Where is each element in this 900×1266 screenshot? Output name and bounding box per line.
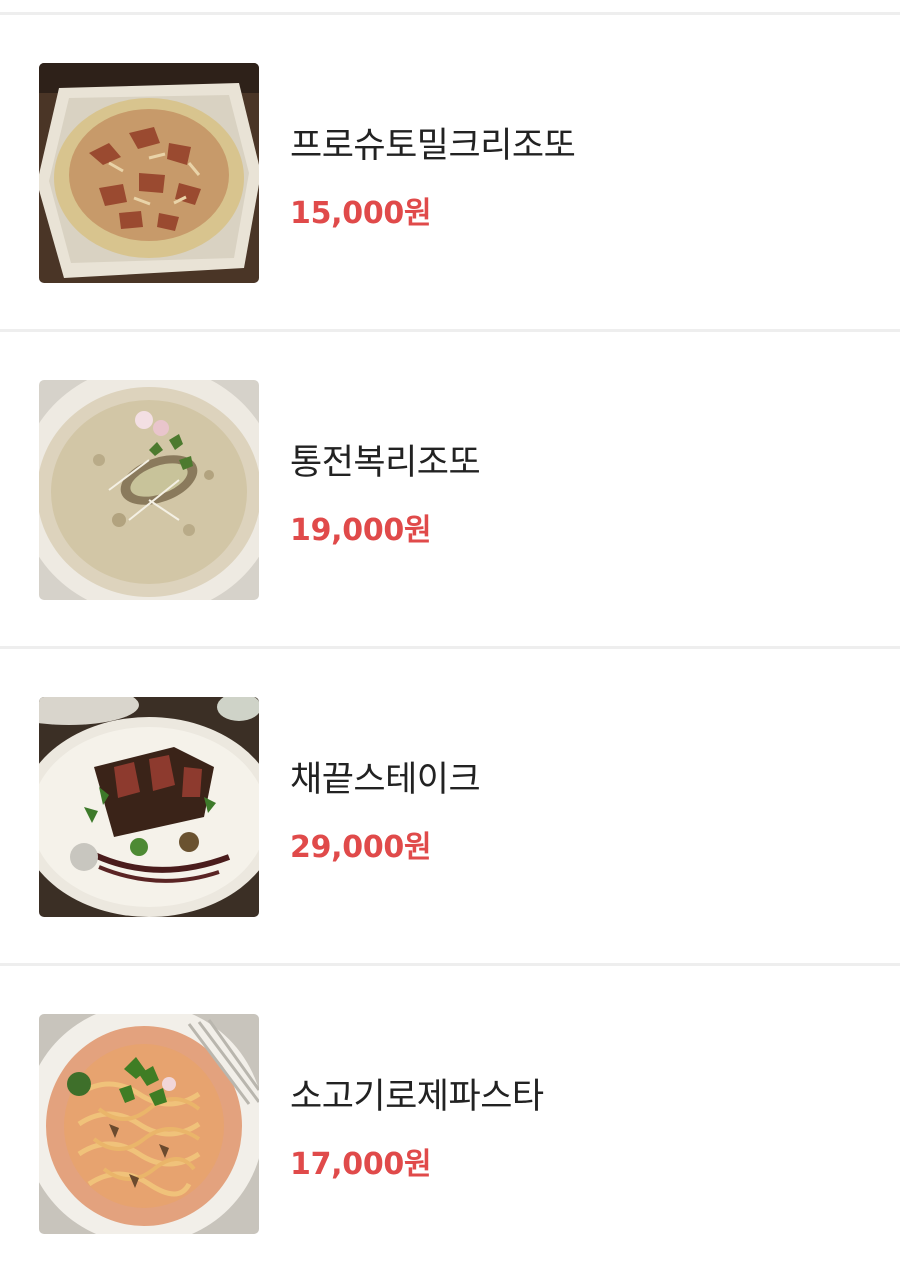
menu-item-name: 소고기로제파스타 xyxy=(290,1077,544,1117)
risotto-abalone-photo xyxy=(39,380,259,600)
menu-item-photo[interactable] xyxy=(39,697,259,917)
menu-item-name: 통전복리조또 xyxy=(290,443,481,483)
menu-item-name: 채끝스테이크 xyxy=(290,760,481,800)
beef-rose-pasta-photo xyxy=(39,1014,259,1234)
menu-item-price: 15,000원 xyxy=(290,196,432,231)
menu-item-price: 29,000원 xyxy=(290,830,432,865)
menu-item-abalone-risotto[interactable]: 통전복리조또 19,000원 xyxy=(0,332,900,649)
menu-item-prosciutto-milk-risotto[interactable]: 프로슈토밀크리조또 15,000원 xyxy=(0,15,900,332)
menu-item-beef-rose-pasta[interactable]: 소고기로제파스타 17,000원 xyxy=(0,966,900,1266)
menu-item-name: 프로슈토밀크리조또 xyxy=(290,126,576,166)
menu-item-photo[interactable] xyxy=(39,380,259,600)
menu-list: 프로슈토밀크리조또 15,000원 통전복리조또 19,000원 채끝스테이크 … xyxy=(0,0,900,1266)
risotto-prosciutto-photo xyxy=(39,63,259,283)
menu-item-photo[interactable] xyxy=(39,63,259,283)
menu-item-price: 17,000원 xyxy=(290,1147,432,1182)
menu-item-sirloin-steak[interactable]: 채끝스테이크 29,000원 xyxy=(0,649,900,966)
menu-item-photo[interactable] xyxy=(39,1014,259,1234)
sirloin-steak-photo xyxy=(39,697,259,917)
menu-item-price: 19,000원 xyxy=(290,513,432,548)
